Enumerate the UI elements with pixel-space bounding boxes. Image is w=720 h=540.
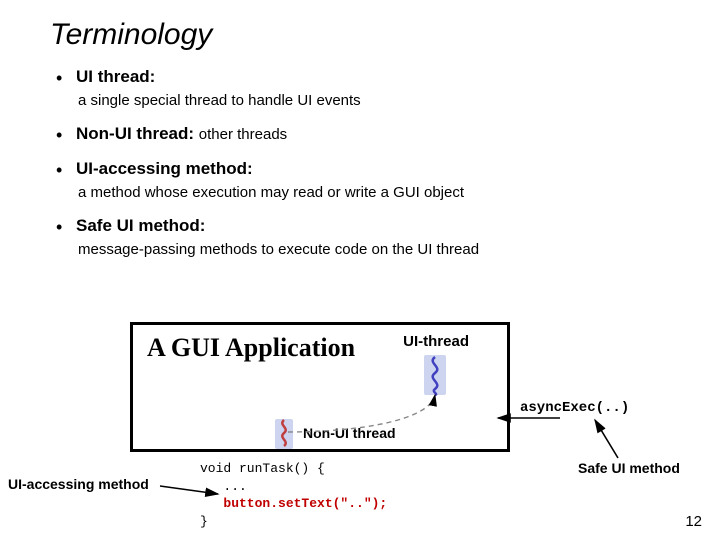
code-line-1: void runTask() { xyxy=(200,461,325,476)
code-line-2: ... xyxy=(200,479,247,494)
code-line-4: } xyxy=(200,514,208,529)
slide: Terminology UI thread: a single special … xyxy=(0,0,720,540)
term-safe-ui: Safe UI method: xyxy=(76,216,205,235)
diagram-box: A GUI Application UI-thread Non-UI threa… xyxy=(130,322,510,452)
bullet-ui-thread: UI thread: a single special thread to ha… xyxy=(50,66,670,111)
term-ui-thread: UI thread: xyxy=(76,67,155,86)
ui-thread-squiggle-icon xyxy=(421,353,451,397)
code-line-3a xyxy=(200,496,223,511)
bullet-ui-accessing: UI-accessing method: a method whose exec… xyxy=(50,158,670,203)
bullet-safe-ui: Safe UI method: message-passing methods … xyxy=(50,215,670,260)
term-ui-accessing: UI-accessing method: xyxy=(76,159,253,178)
async-exec-label: asyncExec(..) xyxy=(520,400,629,416)
ui-thread-label: UI-thread xyxy=(403,333,469,350)
page-number: 12 xyxy=(685,513,702,530)
gui-app-title: A GUI Application xyxy=(147,333,355,363)
bullet-nonui-thread: Non-UI thread: other threads xyxy=(50,123,670,146)
slide-title: Terminology xyxy=(50,18,670,52)
safe-ui-method-label: Safe UI method xyxy=(578,460,680,476)
term-nonui-thread: Non-UI thread: xyxy=(76,124,194,143)
ui-accessing-method-label: UI-accessing method xyxy=(8,476,149,492)
code-highlight: button.setText(".."); xyxy=(223,496,387,511)
bullet-list: UI thread: a single special thread to ha… xyxy=(50,66,670,261)
sub-ui-accessing: a method whose execution may read or wri… xyxy=(76,183,670,203)
nonui-thread-squiggle-icon xyxy=(273,417,297,451)
sub-ui-thread: a single special thread to handle UI eve… xyxy=(76,91,670,111)
code-snippet: void runTask() { ... button.setText(".."… xyxy=(200,460,387,530)
nonui-thread-label: Non-UI thread xyxy=(303,425,396,441)
sub-nonui-thread: other threads xyxy=(199,126,287,143)
sub-safe-ui: message-passing methods to execute code … xyxy=(76,240,670,260)
